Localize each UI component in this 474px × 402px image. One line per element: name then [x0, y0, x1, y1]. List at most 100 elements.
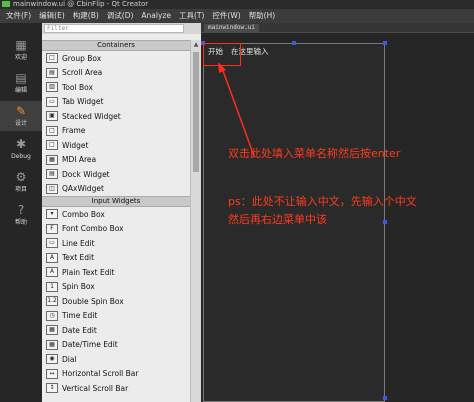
- widget-list-item[interactable]: ↔ Horizontal Scroll Bar: [42, 367, 190, 382]
- widget-label: Widget: [62, 140, 89, 150]
- widget-type-icon: 1.2: [46, 296, 58, 307]
- widget-list-item[interactable]: ▤ Scroll Area: [42, 66, 190, 81]
- filter-input[interactable]: Filter: [44, 24, 184, 33]
- menu-item[interactable]: 帮助(H): [245, 9, 280, 23]
- widget-list-item[interactable]: 1.2 Double Spin Box: [42, 294, 190, 309]
- widget-list-item[interactable]: ▦ Date Edit: [42, 323, 190, 338]
- widget-type-icon: □: [46, 125, 58, 136]
- widget-type-icon: ▭: [46, 96, 58, 107]
- widget-list-item[interactable]: A Plain Text Edit: [42, 265, 190, 280]
- widget-type-icon: ◷: [46, 310, 58, 321]
- widget-list-item[interactable]: ◫ QAxWidget: [42, 182, 190, 197]
- widget-list-item[interactable]: 1 Spin Box: [42, 280, 190, 295]
- widget-label: Font Combo Box: [62, 224, 124, 234]
- widget-label: Scroll Area: [62, 68, 103, 78]
- widget-list-item[interactable]: ▦ Date/Time Edit: [42, 338, 190, 353]
- widget-box-scrollbar[interactable]: ▲: [190, 40, 201, 402]
- widget-type-icon: ▦: [46, 339, 58, 350]
- mode-label: 编辑: [14, 87, 27, 94]
- wrench-icon: ⚙: [15, 170, 27, 184]
- widget-label: Tool Box: [62, 82, 93, 92]
- mode-4[interactable]: ⚙ 项目: [0, 167, 42, 197]
- widget-label: Plain Text Edit: [62, 267, 115, 277]
- widget-list-item[interactable]: □ Widget: [42, 138, 190, 153]
- widget-label: Spin Box: [62, 282, 95, 292]
- mode-label: 帮助: [14, 219, 27, 226]
- menu-item[interactable]: 编辑(E): [35, 9, 69, 23]
- widget-type-icon: ▣: [46, 111, 58, 122]
- widget-list-item[interactable]: □ Group Box: [42, 51, 190, 66]
- menu-item[interactable]: 调试(D): [103, 9, 138, 23]
- selection-handle[interactable]: [383, 396, 387, 400]
- widget-label: QAxWidget: [62, 184, 104, 194]
- widget-type-icon: ◫: [46, 183, 58, 194]
- widget-type-icon: ▤: [46, 67, 58, 78]
- widget-type-icon: □: [46, 53, 58, 64]
- widget-type-icon: ▦: [46, 325, 58, 336]
- mode-0[interactable]: ▦ 欢迎: [0, 35, 42, 65]
- widget-box-toolbar: Filter: [42, 23, 201, 34]
- widget-list: Containers □ Group Box ▤ Scroll Area ▥ Tool Bo…: [42, 40, 190, 396]
- widget-label: Time Edit: [62, 311, 98, 321]
- widget-list-item[interactable]: ▣ Stacked Widget: [42, 109, 190, 124]
- widget-label: Date Edit: [62, 325, 97, 335]
- menu-item[interactable]: 文件(F): [0, 9, 35, 23]
- widget-type-icon: ▥: [46, 82, 58, 93]
- widget-label: Stacked Widget: [62, 111, 121, 121]
- mode-selector: ▦ 欢迎 ▤ 编辑 ✎ 设计 ✱ Debug ⚙ 项目 ? 帮助: [0, 23, 42, 402]
- widget-label: Dial: [62, 354, 77, 364]
- widget-list-item[interactable]: ◉ Dial: [42, 352, 190, 367]
- widget-label: Frame: [62, 126, 86, 136]
- menu-item[interactable]: 构建(B): [69, 9, 103, 23]
- mode-label: 项目: [14, 186, 27, 193]
- widget-type-icon: ▾: [46, 209, 58, 220]
- widget-list-item[interactable]: ▤ Dock Widget: [42, 167, 190, 182]
- designer-tab-bar: mainwindow.ui: [201, 23, 474, 33]
- widget-type-icon: F: [46, 223, 58, 234]
- widget-list-item[interactable]: F Font Combo Box: [42, 222, 190, 237]
- annotation-text-1: 双击此处填入菜单名称然后按enter: [228, 147, 401, 160]
- widget-label: Horizontal Scroll Bar: [62, 369, 139, 379]
- category-header[interactable]: Containers: [42, 40, 190, 51]
- scroll-up-arrow-icon[interactable]: ▲: [191, 40, 201, 50]
- widget-type-icon: ↔: [46, 368, 58, 379]
- pencil-icon: ✎: [15, 104, 27, 118]
- widget-label: Date/Time Edit: [62, 340, 118, 350]
- selection-handle[interactable]: [383, 220, 387, 224]
- widget-list-item[interactable]: ▾ Combo Box: [42, 207, 190, 222]
- widget-list-item[interactable]: ◷ Time Edit: [42, 309, 190, 324]
- widget-list-item[interactable]: □ Frame: [42, 124, 190, 139]
- widget-list-item[interactable]: ▭ Tab Widget: [42, 95, 190, 110]
- menu-bar: 文件(F) 编辑(E) 构建(B) 调试(D) Analyze 工具(T) 控件(W) 帮助(…: [0, 9, 474, 23]
- mode-5[interactable]: ? 帮助: [0, 200, 42, 230]
- annotation-text-2: ps：此处不让输入中文，先输入个中文: [228, 195, 417, 208]
- widget-list-item[interactable]: ▥ Tool Box: [42, 80, 190, 95]
- widget-label: Dock Widget: [62, 169, 110, 179]
- designer-tab-mainwindow[interactable]: mainwindow.ui: [204, 24, 259, 32]
- category-header[interactable]: Input Widgets: [42, 196, 190, 207]
- widget-box-panel: Filter Containers □ Group Box ▤ Scroll Area ▥…: [42, 23, 201, 402]
- widget-label: MDI Area: [62, 155, 97, 165]
- mode-label: 欢迎: [14, 54, 27, 61]
- qt-creator-logo-icon: [2, 1, 10, 7]
- widget-type-icon: ◉: [46, 354, 58, 365]
- menu-item[interactable]: Analyze: [137, 9, 175, 23]
- widget-list-item[interactable]: ▦ MDI Area: [42, 153, 190, 168]
- menu-item[interactable]: 控件(W): [208, 9, 244, 23]
- mode-label: 设计: [14, 120, 27, 127]
- mode-label: Debug: [11, 153, 31, 160]
- menu-item[interactable]: 工具(T): [175, 9, 208, 23]
- widget-label: Combo Box: [62, 209, 105, 219]
- bug-icon: ✱: [15, 137, 27, 151]
- widget-list-item[interactable]: A Text Edit: [42, 251, 190, 266]
- widget-type-icon: ▤: [46, 169, 58, 180]
- widget-list-item[interactable]: ▭ Line Edit: [42, 236, 190, 251]
- widget-type-icon: A: [46, 267, 58, 278]
- scroll-thumb[interactable]: [193, 52, 199, 172]
- mode-3[interactable]: ✱ Debug: [0, 134, 42, 164]
- mode-2[interactable]: ✎ 设计: [0, 101, 42, 131]
- widget-label: Double Spin Box: [62, 296, 124, 306]
- annotation-text-3: 然后再右边菜单中该: [228, 213, 327, 226]
- widget-list-item[interactable]: ↕ Vertical Scroll Bar: [42, 381, 190, 396]
- mode-1[interactable]: ▤ 编辑: [0, 68, 42, 98]
